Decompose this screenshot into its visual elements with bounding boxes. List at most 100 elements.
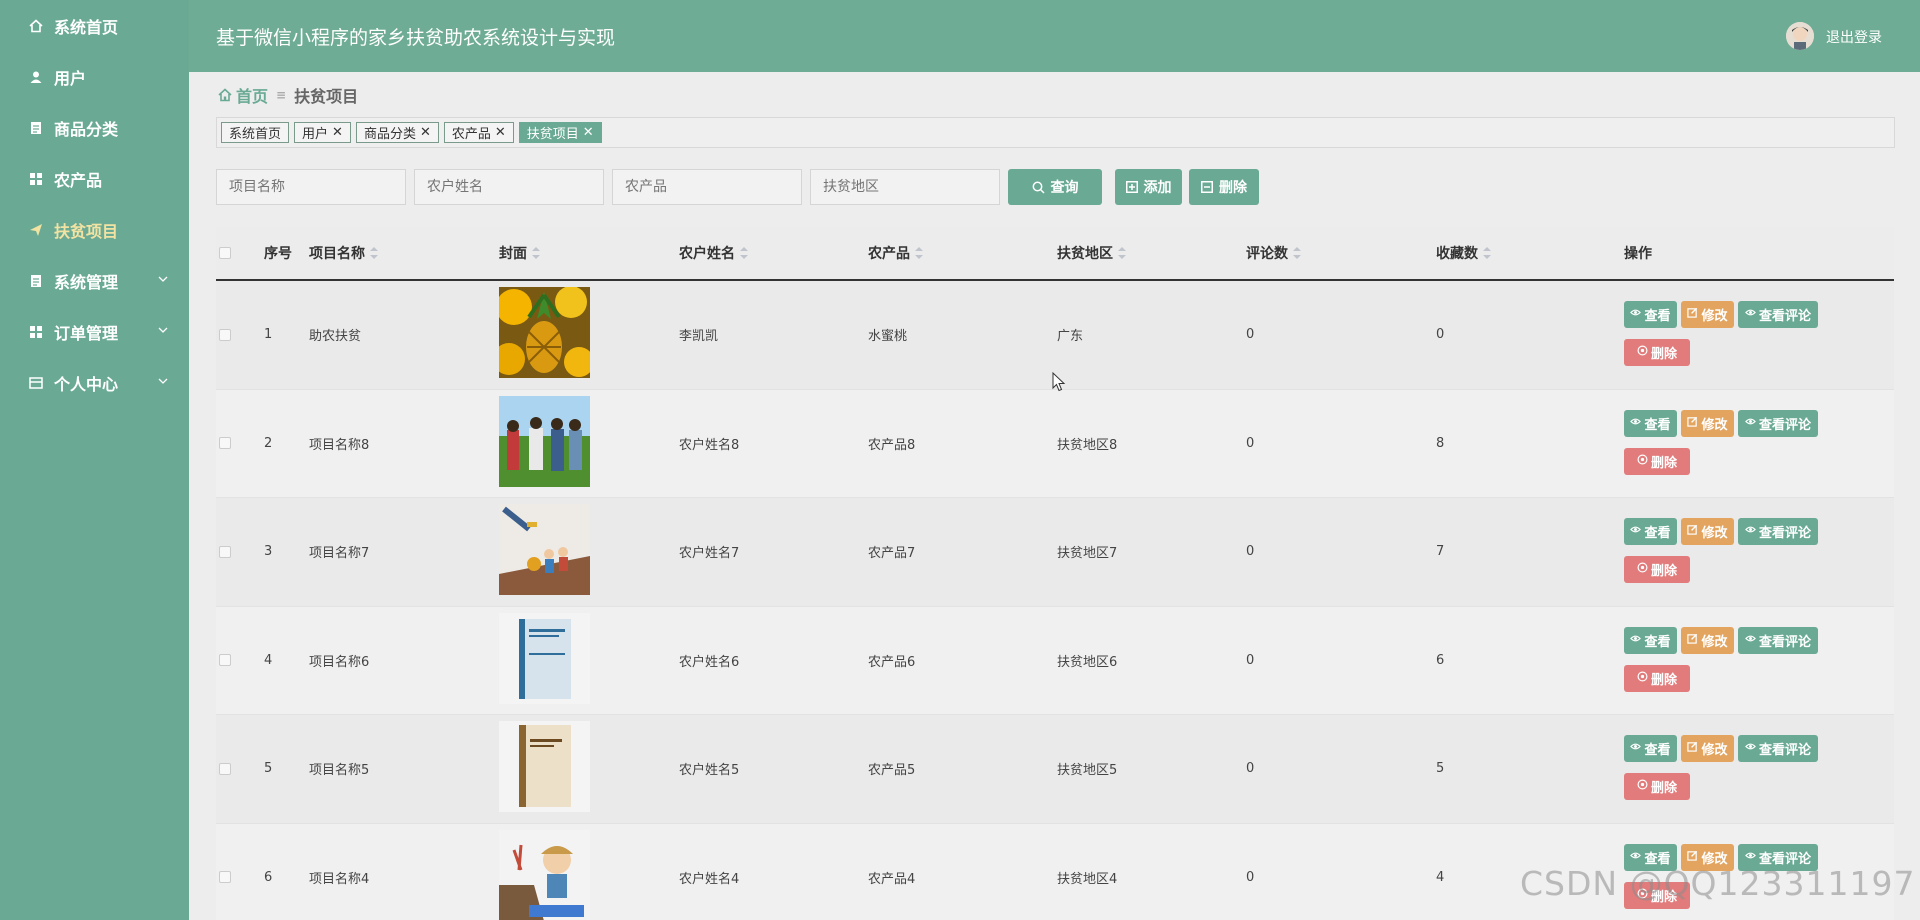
sort-icon[interactable] xyxy=(1293,247,1301,259)
cell-favorites: 7 xyxy=(1436,544,1445,560)
row-checkbox[interactable] xyxy=(219,281,231,389)
delete-button[interactable]: 删除 xyxy=(1624,773,1690,800)
col-comments[interactable]: 评论数 xyxy=(1246,227,1301,279)
sidebar-item-4[interactable]: 扶贫项目 xyxy=(0,204,189,255)
sort-icon[interactable] xyxy=(1483,247,1491,259)
view-label: 查看 xyxy=(1644,526,1671,541)
tag-label: 扶贫项目 xyxy=(526,127,579,142)
breadcrumb-home[interactable]: 首页 xyxy=(218,83,268,107)
col-farmer[interactable]: 农户姓名 xyxy=(679,227,748,279)
close-icon[interactable]: ✕ xyxy=(495,125,506,140)
close-icon[interactable]: ✕ xyxy=(583,125,594,140)
sort-icon[interactable] xyxy=(1118,247,1126,259)
query-button[interactable]: 查询 xyxy=(1008,169,1102,205)
tag-2[interactable]: 商品分类 ✕ xyxy=(355,122,439,143)
cell-name: 助农扶贫 xyxy=(309,329,362,345)
view-comments-button[interactable]: 查看评论 xyxy=(1738,735,1818,762)
delete-button[interactable]: 删除 xyxy=(1624,556,1690,583)
sidebar-item-label: 农产品 xyxy=(54,170,103,190)
sort-icon[interactable] xyxy=(370,247,378,259)
edit-label: 修改 xyxy=(1701,309,1728,324)
col-favorites[interactable]: 收藏数 xyxy=(1436,227,1491,279)
edit-icon xyxy=(1687,850,1701,865)
project-name-input[interactable] xyxy=(216,169,406,205)
col-product[interactable]: 农产品 xyxy=(868,227,923,279)
edit-button[interactable]: 修改 xyxy=(1681,301,1734,328)
cell-index: 5 xyxy=(264,761,273,777)
header: 基于微信小程序的家乡扶贫助农系统设计与实现 退出登录 xyxy=(189,0,1920,72)
chevron-down-icon xyxy=(158,276,168,282)
sidebar-item-1[interactable]: 用户 xyxy=(0,51,189,102)
breadcrumb-home-label: 首页 xyxy=(236,87,269,106)
product-input[interactable] xyxy=(612,169,802,205)
tag-label: 系统首页 xyxy=(229,127,282,142)
delete-row-label: 删除 xyxy=(1650,564,1677,579)
edit-button[interactable]: 修改 xyxy=(1681,735,1734,762)
sidebar-item-2[interactable]: 商品分类 xyxy=(0,102,189,153)
edit-icon xyxy=(1687,741,1701,756)
edit-button[interactable]: 修改 xyxy=(1681,409,1734,437)
sidebar-item-6[interactable]: 订单管理 xyxy=(0,306,189,357)
add-button[interactable]: 添加 xyxy=(1115,169,1182,205)
col-name[interactable]: 项目名称 xyxy=(309,227,378,279)
view-comments-button[interactable]: 查看评论 xyxy=(1738,301,1818,328)
row-checkbox[interactable] xyxy=(219,607,231,715)
col-region[interactable]: 扶贫地区 xyxy=(1057,227,1126,279)
edit-icon xyxy=(1687,633,1701,648)
col-cover[interactable]: 封面 xyxy=(499,227,540,279)
tag-3[interactable]: 农产品 ✕ xyxy=(443,122,514,143)
sort-icon[interactable] xyxy=(532,247,540,259)
view-button[interactable]: 查看 xyxy=(1624,409,1677,437)
close-icon[interactable]: ✕ xyxy=(420,125,431,140)
eye-icon xyxy=(1745,633,1759,648)
region-input[interactable] xyxy=(810,169,1000,205)
delete-button[interactable]: 删除 xyxy=(1624,339,1690,366)
edit-button[interactable]: 修改 xyxy=(1681,626,1734,654)
row-checkbox[interactable] xyxy=(219,715,231,823)
avatar[interactable] xyxy=(1786,22,1814,50)
tag-label: 农产品 xyxy=(451,127,491,142)
view-button[interactable]: 查看 xyxy=(1624,301,1677,328)
row-checkbox[interactable] xyxy=(219,390,231,498)
sort-icon[interactable] xyxy=(740,247,748,259)
cartoon-illustration-image xyxy=(499,829,590,920)
chevron-down-icon xyxy=(158,327,168,333)
sort-icon[interactable] xyxy=(915,247,923,259)
eye-icon xyxy=(1745,741,1759,756)
close-icon[interactable]: ✕ xyxy=(332,125,343,140)
view-comments-button[interactable]: 查看评论 xyxy=(1738,626,1818,654)
plus-square-icon xyxy=(1125,181,1138,193)
delete-label: 删除 xyxy=(1219,180,1247,196)
delete-circle-icon xyxy=(1637,671,1651,686)
col-product-label: 农产品 xyxy=(868,246,910,262)
delete-circle-icon xyxy=(1637,345,1651,360)
sidebar-item-7[interactable]: 个人中心 xyxy=(0,357,189,408)
row-checkbox[interactable] xyxy=(219,498,231,606)
select-all-checkbox[interactable] xyxy=(219,227,231,279)
view-button[interactable]: 查看 xyxy=(1624,735,1677,762)
delete-button[interactable]: 删除 xyxy=(1624,447,1690,475)
cell-name: 项目名称4 xyxy=(309,871,370,887)
view-button[interactable]: 查看 xyxy=(1624,518,1677,545)
edit-label: 修改 xyxy=(1701,634,1728,650)
delete-row-label: 删除 xyxy=(1650,781,1677,796)
row-checkbox[interactable] xyxy=(219,824,231,920)
view-button[interactable]: 查看 xyxy=(1624,626,1677,654)
batch-delete-button[interactable]: 删除 xyxy=(1189,169,1259,205)
tag-4[interactable]: 扶贫项目 ✕ xyxy=(518,122,602,143)
view-comments-button[interactable]: 查看评论 xyxy=(1738,518,1818,545)
sidebar-item-5[interactable]: 系统管理 xyxy=(0,255,189,306)
eye-icon xyxy=(1630,741,1644,756)
logout-link[interactable]: 退出登录 xyxy=(1826,27,1882,47)
edit-label: 修改 xyxy=(1701,743,1728,758)
view-comments-button[interactable]: 查看评论 xyxy=(1738,409,1818,437)
eye-icon xyxy=(1630,524,1644,539)
tag-0[interactable]: 系统首页 xyxy=(221,122,290,143)
edit-label: 修改 xyxy=(1701,526,1728,541)
tag-1[interactable]: 用户 ✕ xyxy=(294,122,351,143)
delete-button[interactable]: 删除 xyxy=(1624,664,1690,692)
farmer-name-input[interactable] xyxy=(414,169,604,205)
edit-button[interactable]: 修改 xyxy=(1681,518,1734,545)
sidebar-item-3[interactable]: 农产品 xyxy=(0,153,189,204)
sidebar-item-0[interactable]: 系统首页 xyxy=(0,0,189,51)
